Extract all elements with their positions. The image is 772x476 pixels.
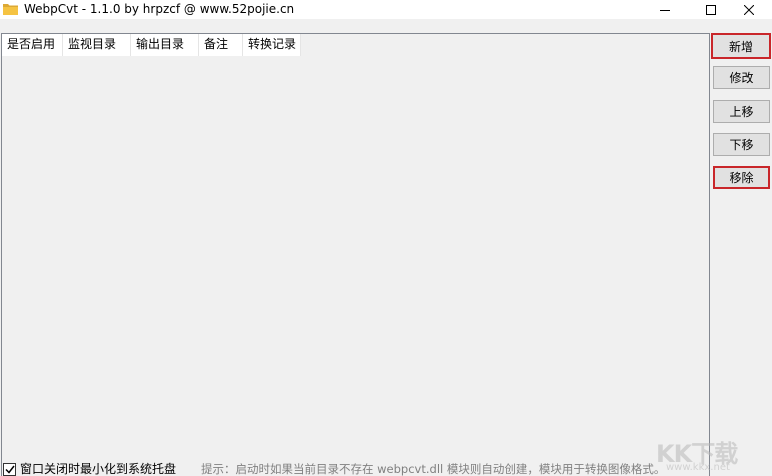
edit-button[interactable]: 修改 [713,66,770,89]
close-icon [744,4,754,15]
minimize-button[interactable] [642,0,688,19]
watermark-logo: KK下载 www.kkx.net [640,434,770,476]
checkmark-icon [4,465,15,474]
watch-list[interactable]: 是否启用 监视目录 输出目录 备注 转换记录 [1,33,710,476]
remove-button[interactable]: 移除 [713,166,770,189]
watermark-url: www.kkx.net [666,462,730,473]
minimize-to-tray-checkbox[interactable] [3,463,16,476]
column-header-note[interactable]: 备注 [199,34,243,56]
minimize-to-tray-label[interactable]: 窗口关闭时最小化到系统托盘 [20,462,176,476]
list-header: 是否启用 监视目录 输出目录 备注 转换记录 [2,34,301,56]
window-title: WebpCvt - 1.1.0 by hrpzcf @ www.52pojie.… [24,2,295,16]
column-header-output-dir[interactable]: 输出目录 [131,34,199,56]
close-button[interactable] [726,0,772,19]
hint-text: 提示：启动时如果当前目录不存在 webpcvt.dll 模块则自动创建，模块用于… [201,462,666,476]
column-header-history[interactable]: 转换记录 [243,34,301,56]
move-up-button[interactable]: 上移 [713,100,770,123]
column-header-watch-dir[interactable]: 监视目录 [63,34,131,56]
minimize-icon [660,9,670,11]
move-down-button[interactable]: 下移 [713,133,770,156]
column-header-enabled[interactable]: 是否启用 [2,34,63,56]
add-button[interactable]: 新增 [711,33,771,59]
title-bar[interactable]: WebpCvt - 1.1.0 by hrpzcf @ www.52pojie.… [0,0,772,19]
client-area: 是否启用 监视目录 输出目录 备注 转换记录 新增 修改 上移 下移 移除 窗口… [0,19,772,476]
list-body[interactable] [2,56,709,476]
maximize-icon [706,4,716,15]
folder-icon [3,3,18,15]
